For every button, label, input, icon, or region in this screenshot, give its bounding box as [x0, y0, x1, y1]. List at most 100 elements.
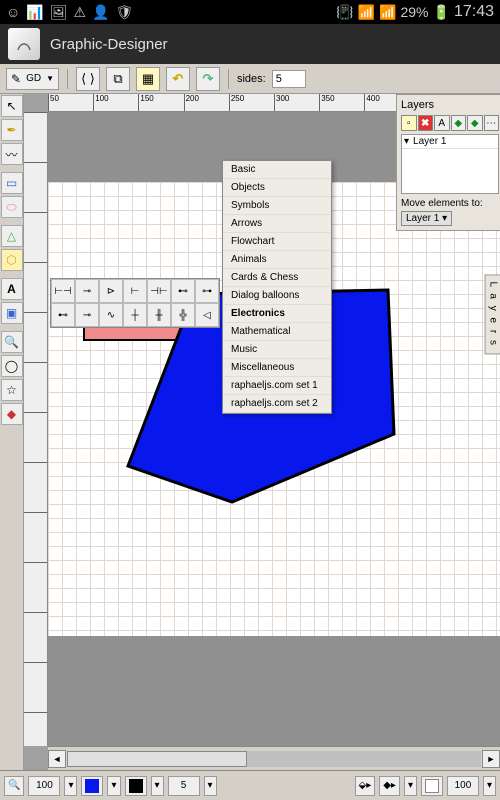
rename-layer-button[interactable]: A: [434, 115, 450, 131]
notification-icon: 📊: [26, 4, 43, 21]
opacity-value[interactable]: 100: [447, 776, 479, 796]
sides-input[interactable]: [272, 70, 306, 88]
redo-button[interactable]: ↷: [196, 67, 220, 91]
component-cell[interactable]: ⊢⊣: [51, 279, 75, 303]
component-cell[interactable]: ⊣⊢: [147, 279, 171, 303]
grid-toggle-button[interactable]: ▦: [136, 67, 160, 91]
select-tool[interactable]: ↖: [1, 95, 23, 117]
opacity-dropdown[interactable]: ▾: [483, 776, 496, 796]
undo-icon: ↶: [173, 71, 184, 87]
undo-button[interactable]: ↶: [166, 67, 190, 91]
menu-item[interactable]: Music: [223, 341, 331, 359]
separator: [1, 167, 23, 170]
grid-icon: ▦: [142, 71, 154, 87]
ruler-tick: [24, 412, 47, 462]
zoom-dropdown[interactable]: ▾: [64, 776, 77, 796]
horizontal-scrollbar[interactable]: ◄ ►: [48, 746, 500, 770]
text-tool[interactable]: A: [1, 278, 23, 300]
ruler-tick: [24, 362, 47, 412]
menu-item[interactable]: Miscellaneous: [223, 359, 331, 377]
ruler-tick: [24, 212, 47, 262]
app-title-bar: Graphic-Designer: [0, 24, 500, 64]
fill-swatch[interactable]: [81, 776, 103, 796]
menu-item[interactable]: Arrows: [223, 215, 331, 233]
component-cell[interactable]: ⊳: [99, 279, 123, 303]
menu-item[interactable]: Mathematical: [223, 323, 331, 341]
component-cell[interactable]: ⊸: [75, 279, 99, 303]
canvas-margin-bottom: [48, 636, 500, 746]
separator: [1, 273, 23, 276]
layer-more-button[interactable]: ⋯: [484, 115, 500, 131]
layers-title: Layers: [401, 99, 499, 111]
component-cell[interactable]: ⊶: [195, 279, 219, 303]
signal-icon: 📶: [379, 4, 396, 21]
component-cell[interactable]: ⊸: [75, 303, 99, 327]
menu-item[interactable]: Symbols: [223, 197, 331, 215]
menu-item[interactable]: Objects: [223, 179, 331, 197]
layers-tab-label[interactable]: L a y e r s: [485, 274, 500, 354]
component-cell[interactable]: ╫: [147, 303, 171, 327]
zoom-tool[interactable]: 🔍: [1, 331, 23, 353]
menu-item[interactable]: Dialog balloons: [223, 287, 331, 305]
menu-item[interactable]: Electronics: [223, 305, 331, 323]
fill-dropdown[interactable]: ▾: [107, 776, 120, 796]
layer-down-button[interactable]: ◆: [467, 115, 483, 131]
layer-row[interactable]: ▾ Layer 1: [402, 135, 498, 149]
scroll-left-button[interactable]: ◄: [48, 750, 66, 768]
copy-button[interactable]: ⧉: [106, 67, 130, 91]
delete-layer-button[interactable]: ✖: [418, 115, 434, 131]
new-layer-button[interactable]: ▫: [401, 115, 417, 131]
white-swatch: [425, 779, 439, 793]
component-cell[interactable]: ⊢: [123, 279, 147, 303]
triangle-tool[interactable]: △: [1, 225, 23, 247]
component-cell[interactable]: ◁: [195, 303, 219, 327]
code-view-button[interactable]: ⟨ ⟩: [76, 67, 100, 91]
ellipse-icon: ⬭: [6, 200, 16, 215]
menu-item[interactable]: Basic: [223, 161, 331, 179]
component-cell[interactable]: ⊷: [51, 303, 75, 327]
pen-tool[interactable]: ✒: [1, 119, 23, 141]
fill-tool[interactable]: ⬙▸: [355, 776, 376, 796]
component-cell[interactable]: ╬: [171, 303, 195, 327]
component-cell[interactable]: ┼: [123, 303, 147, 327]
bg-swatch[interactable]: [421, 776, 443, 796]
stroke-width-dropdown[interactable]: ▾: [204, 776, 217, 796]
component-cell[interactable]: ∿: [99, 303, 123, 327]
magnifier-icon: 🔍: [4, 335, 19, 349]
menu-item[interactable]: Flowchart: [223, 233, 331, 251]
scroll-track[interactable]: [67, 751, 481, 767]
zoom-value[interactable]: 100: [28, 776, 60, 796]
eyedropper-tool[interactable]: ◆: [1, 403, 23, 425]
layer-dropdown-icon[interactable]: ▾: [404, 136, 409, 147]
stroke-swatch[interactable]: [125, 776, 147, 796]
rect-tool[interactable]: ▭: [1, 172, 23, 194]
clock: 17:43: [454, 3, 494, 21]
scroll-right-button[interactable]: ►: [482, 750, 500, 768]
stroke-dropdown[interactable]: ▾: [151, 776, 164, 796]
polygon-tool[interactable]: ⬡: [1, 249, 23, 271]
shape-tool[interactable]: ◯: [1, 355, 23, 377]
menu-item[interactable]: Animals: [223, 251, 331, 269]
image-tool[interactable]: ▣: [1, 302, 23, 324]
stroke-width-value[interactable]: 5: [168, 776, 200, 796]
component-cell[interactable]: ⊷: [171, 279, 195, 303]
zoom-icon-button[interactable]: 🔍: [4, 776, 24, 796]
shield-icon: 🛡: [116, 4, 134, 21]
menu-item[interactable]: Cards & Chess: [223, 269, 331, 287]
menu-item[interactable]: raphaeljs.com set 2: [223, 395, 331, 413]
warning-icon: ⚠: [74, 4, 87, 21]
stroke-style-dropdown[interactable]: ▾: [404, 776, 417, 796]
ruler-tick: [24, 162, 47, 212]
move-target-select[interactable]: Layer 1 ▾: [401, 211, 452, 226]
scroll-thumb[interactable]: [67, 751, 247, 767]
layer-up-button[interactable]: ◆: [451, 115, 467, 131]
document-dropdown[interactable]: ✎ GD ▼: [6, 68, 59, 90]
path-tool[interactable]: 〰: [1, 143, 23, 165]
diamond-icon: ◆: [7, 407, 16, 421]
gradient-tool[interactable]: ◆▸: [379, 776, 400, 796]
pen-icon: ✎: [11, 72, 21, 86]
bottom-toolbar: 🔍 100 ▾ ▾ ▾ 5 ▾ ⬙▸ ◆▸ ▾ 100 ▾: [0, 770, 500, 800]
menu-item[interactable]: raphaeljs.com set 1: [223, 377, 331, 395]
ellipse-tool[interactable]: ⬭: [1, 196, 23, 218]
star-tool[interactable]: ☆: [1, 379, 23, 401]
